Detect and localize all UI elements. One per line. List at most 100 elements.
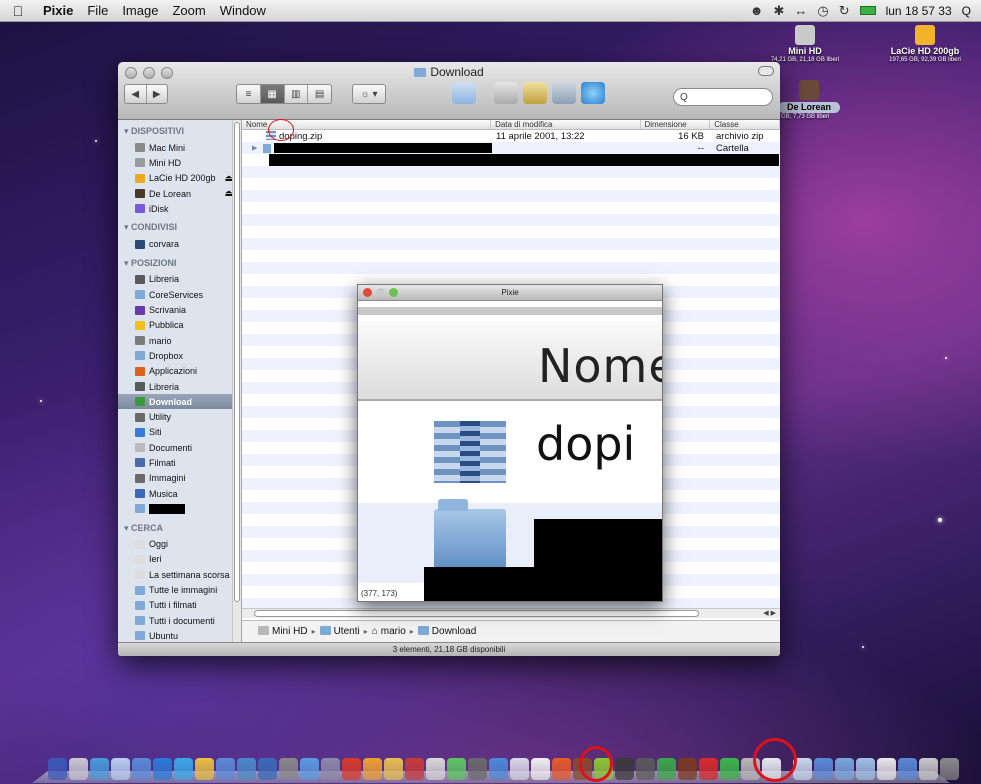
dock-app-icon[interactable]	[814, 758, 833, 780]
sidebar-item-ieri[interactable]: Ieri	[118, 552, 241, 567]
desktop-icon-lacie[interactable]: LaCie HD 200gb 197,65 GB, 92,39 GB liber…	[875, 25, 975, 65]
folder-icon[interactable]	[452, 82, 476, 104]
coverflow-view-button[interactable]: ▤	[308, 85, 331, 103]
close-button[interactable]	[363, 288, 372, 297]
path-item-mario[interactable]: ⌂ mario	[372, 626, 406, 637]
sidebar-item-download[interactable]: Download	[118, 394, 241, 410]
sidebar-item-mac-mini[interactable]: Mac Mini	[118, 140, 241, 155]
dock-app-icon[interactable]	[835, 758, 854, 780]
sidebar-item-libreria[interactable]: Libreria	[118, 379, 241, 394]
sidebar-item-tutti-i-filmati[interactable]: Tutti i filmati	[118, 598, 241, 613]
dock-app-icon[interactable]	[468, 758, 487, 780]
sidebar-item-musica[interactable]: Musica	[118, 486, 241, 501]
sidebar-item-tutte-le-immagini[interactable]: Tutte le immagini	[118, 582, 241, 597]
dock-app-icon[interactable]	[615, 758, 634, 780]
path-item-download[interactable]: Download	[417, 626, 476, 637]
dock-app-icon[interactable]	[90, 758, 109, 780]
dock-app-icon[interactable]	[405, 758, 424, 780]
dock-app-icon[interactable]	[426, 758, 445, 780]
dock-app-icon[interactable]	[531, 758, 550, 780]
column-header-kind[interactable]: Classe	[710, 120, 780, 129]
wifi-icon[interactable]	[523, 82, 547, 104]
sidebar-item-applicazioni[interactable]: Applicazioni	[118, 364, 241, 379]
spotlight-icon[interactable]: Q	[962, 4, 971, 18]
dock-app-icon[interactable]	[699, 758, 718, 780]
menu-item-zoom[interactable]: Zoom	[165, 3, 212, 18]
disclosure-triangle-icon[interactable]: ▾	[124, 126, 131, 136]
settings-icon[interactable]: ✱	[773, 3, 784, 19]
user-icon[interactable]: ☻	[750, 3, 764, 18]
toolbar-toggle-button[interactable]	[758, 66, 774, 76]
dock-app-icon[interactable]	[342, 758, 361, 780]
sidebar-item-libreria[interactable]: Libreria	[118, 272, 241, 287]
sidebar-item-siti[interactable]: Siti	[118, 425, 241, 440]
menu-item-image[interactable]: Image	[115, 3, 165, 18]
minimize-button[interactable]	[376, 288, 385, 297]
scrollbar-thumb[interactable]	[234, 122, 240, 602]
dock-app-icon[interactable]	[237, 758, 256, 780]
forward-button[interactable]: ▶	[147, 85, 168, 103]
arrows-icon[interactable]: ↔	[794, 3, 807, 18]
dock-app-icon[interactable]	[132, 758, 151, 780]
sidebar-item-tutti-i-documenti[interactable]: Tutti i documenti	[118, 613, 241, 628]
table-row[interactable]: ▶ -- Cartella	[242, 142, 780, 154]
sidebar-item-pubblica[interactable]: Pubblica	[118, 318, 241, 333]
dock-app-icon[interactable]	[552, 758, 571, 780]
refresh-icon[interactable]	[581, 82, 605, 104]
table-row[interactable]	[242, 154, 780, 166]
column-header-date[interactable]: Data di modifica	[491, 120, 641, 129]
dock-app-icon[interactable]	[657, 758, 676, 780]
back-button[interactable]: ◀	[125, 85, 147, 103]
sidebar-item-documenti[interactable]: Documenti	[118, 440, 241, 455]
sidebar-item-dropbox[interactable]: Dropbox	[118, 348, 241, 363]
dock-app-icon[interactable]	[384, 758, 403, 780]
dock-app-icon[interactable]	[856, 758, 875, 780]
path-item-utenti[interactable]: Utenti	[319, 626, 360, 637]
dock-app-icon[interactable]	[919, 758, 938, 780]
sidebar-scrollbar[interactable]	[232, 120, 241, 642]
sync-icon[interactable]: ↻	[839, 3, 850, 19]
dock-app-icon[interactable]	[489, 758, 508, 780]
sidebar-section-condivisi[interactable]: ▾ CONDIVISI	[118, 216, 241, 236]
sidebar-item-idisk[interactable]: iDisk	[118, 201, 241, 216]
sidebar-item-utility[interactable]: Utility	[118, 409, 241, 424]
time-machine-icon[interactable]: ◷	[817, 3, 828, 19]
dock-app-icon[interactable]	[940, 758, 959, 780]
sidebar-item-la-settimana-scorsa[interactable]: La settimana scorsa	[118, 567, 241, 582]
sidebar-item-lacie-hd-200gb[interactable]: LaCie HD 200gb ⏏	[118, 171, 241, 186]
dock-app-icon[interactable]	[678, 758, 697, 780]
menu-item-file[interactable]: File	[80, 3, 115, 18]
apple-menu-icon[interactable]: 	[0, 3, 36, 19]
dock-app-icon[interactable]	[216, 758, 235, 780]
sidebar-item-ubuntu[interactable]: Ubuntu	[118, 628, 241, 642]
dock-app-icon[interactable]	[300, 758, 319, 780]
horizontal-scrollbar[interactable]: ◀ ▶	[242, 608, 780, 618]
dock-app-icon[interactable]	[111, 758, 130, 780]
scrollbar-thumb[interactable]	[254, 610, 699, 617]
dock-app-icon[interactable]	[321, 758, 340, 780]
dock-app-icon[interactable]	[69, 758, 88, 780]
dock-app-icon[interactable]	[363, 758, 382, 780]
zoom-button[interactable]	[389, 288, 398, 297]
list-view-button[interactable]: ▦	[260, 85, 285, 103]
path-item-mini-hd[interactable]: Mini HD	[258, 626, 308, 637]
dock-app-icon[interactable]	[720, 758, 739, 780]
search-field[interactable]: Q	[673, 88, 773, 106]
sidebar-item-corvara[interactable]: corvara	[118, 236, 241, 251]
sidebar-item-mini-hd[interactable]: Mini HD	[118, 155, 241, 170]
sidebar-item-coreservices[interactable]: CoreServices	[118, 287, 241, 302]
dock-app-icon[interactable]	[510, 758, 529, 780]
menu-item-pixie[interactable]: Pixie	[36, 3, 80, 18]
utility-icon[interactable]	[552, 82, 576, 104]
sidebar-item-oggi[interactable]: Oggi	[118, 537, 241, 552]
sidebar-item-immagini[interactable]: Immagini	[118, 471, 241, 486]
sidebar-section-posizioni[interactable]: ▾ POSIZIONI	[118, 252, 241, 272]
sidebar-item-scrivania[interactable]: Scrivania	[118, 302, 241, 317]
dock-app-icon[interactable]	[258, 758, 277, 780]
script-icon[interactable]	[494, 82, 518, 104]
column-header-size[interactable]: Dimensione	[641, 120, 711, 129]
disclosure-triangle-icon[interactable]: ▾	[124, 523, 131, 533]
battery-icon[interactable]	[859, 6, 876, 15]
desktop-icon-mini-hd[interactable]: Mini HD 74,21 GB, 21,18 GB liberi	[770, 25, 840, 65]
sidebar-item-de-lorean[interactable]: De Lorean ⏏	[118, 186, 241, 201]
